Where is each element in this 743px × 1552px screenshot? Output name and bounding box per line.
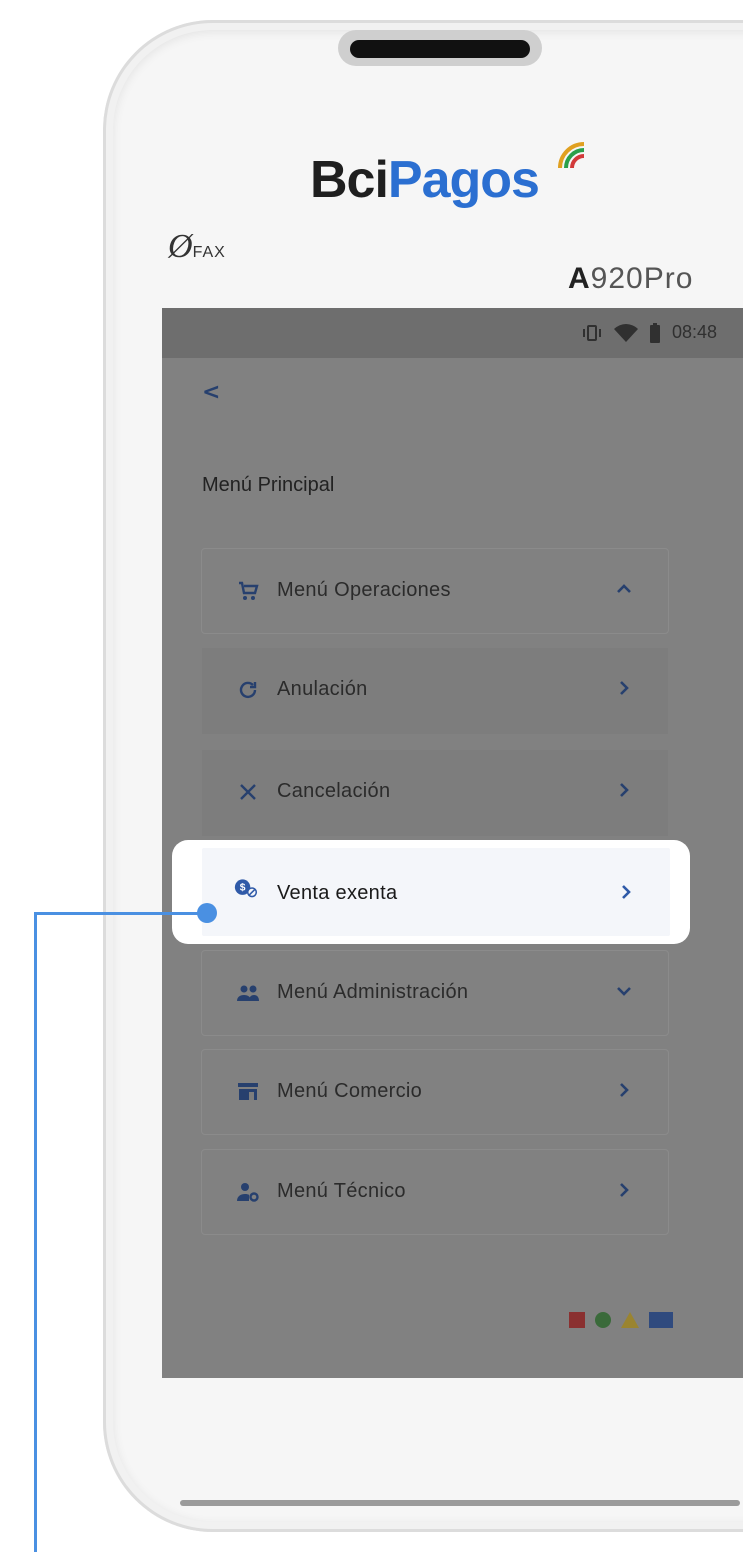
model-label: A920Pro [568, 262, 693, 296]
dollar-exempt-icon: $ [234, 879, 258, 898]
vibrate-icon [582, 324, 601, 341]
menu-item-venta-exenta-label: Venta exenta [277, 882, 398, 904]
menu-operations-header[interactable]: Menú Operaciones [201, 548, 669, 634]
status-bar: 08:48 [162, 308, 743, 358]
model-rest: 920Pro [590, 262, 694, 295]
menu-technical-label: Menú Técnico [277, 1180, 406, 1202]
blue-rectangle-mark [649, 1312, 673, 1328]
wifi-icon [613, 323, 638, 342]
menu-item-anulacion-label: Anulación [277, 678, 368, 700]
menu-technical-item[interactable]: Menú Técnico [201, 1149, 669, 1235]
close-icon [240, 784, 256, 800]
back-button[interactable]: < [202, 380, 220, 405]
status-time: 08:48 [671, 322, 717, 342]
users-icon [237, 985, 259, 1001]
chevron-right-icon [622, 885, 631, 899]
store-icon [238, 1083, 258, 1100]
status-icons: 08:48 [582, 322, 717, 343]
chevron-down-icon [617, 987, 631, 996]
brand-logo-pagos: Pagos [387, 151, 540, 209]
bottom-bezel [180, 1500, 740, 1506]
menu-commerce-label: Menú Comercio [277, 1080, 423, 1102]
svg-text:$: $ [240, 883, 246, 894]
cart-icon [239, 581, 259, 600]
menu-administration-label: Menú Administración [277, 981, 469, 1003]
maker-emblem-icon: Ø [168, 228, 193, 265]
brand-logo: BciPagos [310, 150, 540, 210]
callout-line-horizontal [34, 912, 208, 915]
page-title: Menú Principal [202, 474, 335, 496]
maker-name: FAX [192, 244, 226, 261]
model-prefix: A [568, 262, 591, 295]
chevron-right-icon [620, 1083, 629, 1097]
chevron-right-icon [620, 681, 629, 695]
brand-shapes [569, 1312, 673, 1328]
menu-item-anulacion[interactable]: Anulación [202, 648, 668, 734]
callout-dot [197, 903, 217, 923]
menu-commerce-item[interactable]: Menú Comercio [201, 1049, 669, 1135]
chevron-right-icon [620, 783, 629, 797]
contactless-wave-icon [558, 142, 585, 169]
menu-item-venta-exenta[interactable]: $ Venta exenta [202, 848, 670, 936]
battery-icon [649, 322, 660, 343]
yellow-triangle-mark [621, 1312, 639, 1328]
menu-administration-header[interactable]: Menú Administración [201, 950, 669, 1036]
chevron-right-icon [620, 1183, 629, 1197]
menu-item-cancelacion[interactable]: Cancelación [202, 750, 668, 836]
callout-line-vertical [34, 912, 37, 1552]
menu-operations-label: Menú Operaciones [277, 579, 451, 601]
green-circle-mark [595, 1312, 611, 1328]
refresh-icon [239, 681, 257, 699]
highlight-card: $ Venta exenta [172, 840, 690, 944]
brand-logo-bci: Bci [310, 151, 389, 209]
menu-item-cancelacion-label: Cancelación [277, 780, 391, 802]
chevron-up-icon [617, 584, 631, 593]
red-square-mark [569, 1312, 585, 1328]
maker-logo: ØFAX [168, 228, 226, 266]
user-gear-icon [237, 1183, 259, 1202]
speaker-grille [350, 40, 530, 58]
